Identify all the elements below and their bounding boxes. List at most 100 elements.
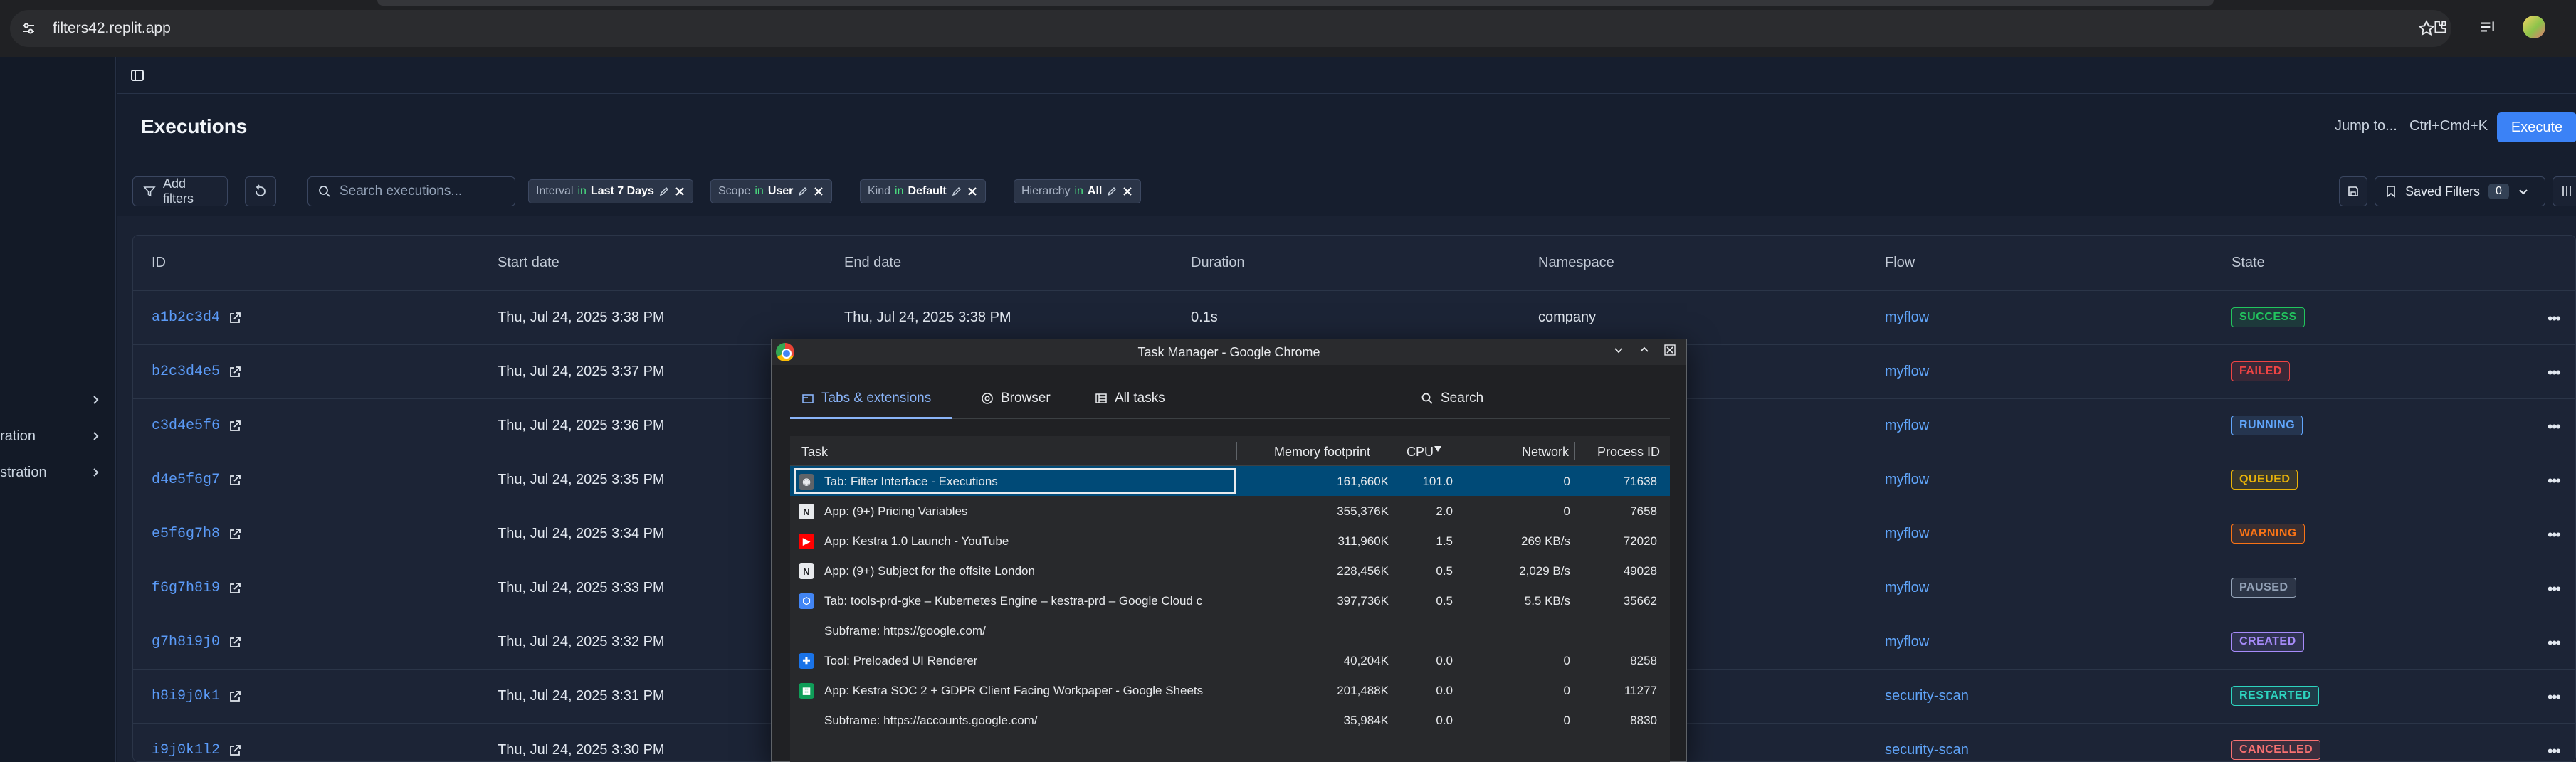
external-link-icon[interactable] bbox=[228, 420, 241, 433]
task-row[interactable]: Subframe: https://accounts.google.com/35… bbox=[790, 705, 1670, 735]
sidebar-item-3[interactable]: stration bbox=[0, 458, 116, 487]
execution-id-link[interactable]: f6g7h8i9 bbox=[152, 580, 241, 596]
address-bar[interactable]: filters42.replit.app bbox=[10, 10, 2451, 47]
more-actions-icon[interactable]: ••• bbox=[2548, 364, 2561, 382]
more-actions-icon[interactable]: ••• bbox=[2548, 526, 2561, 544]
execution-id[interactable]: d4e5f6g7 bbox=[152, 472, 220, 488]
execution-id-link[interactable]: c3d4e5f6 bbox=[152, 418, 241, 434]
url-text[interactable]: filters42.replit.app bbox=[53, 20, 171, 37]
tab-tabs-extensions[interactable]: Tabs & extensions bbox=[801, 391, 931, 406]
column-header-namespace[interactable]: Namespace bbox=[1538, 255, 1614, 271]
more-actions-icon[interactable]: ••• bbox=[2548, 580, 2561, 598]
more-actions-icon[interactable]: ••• bbox=[2548, 742, 2561, 761]
flow-link[interactable]: myflow bbox=[1885, 526, 1929, 542]
flow-link[interactable]: myflow bbox=[1885, 418, 1929, 434]
extensions-icon[interactable] bbox=[2427, 14, 2453, 40]
column-header-end-date[interactable]: End date bbox=[844, 255, 901, 271]
column-header-state[interactable]: State bbox=[2231, 255, 2265, 271]
search-executions-field[interactable] bbox=[307, 176, 515, 206]
pencil-icon[interactable] bbox=[951, 186, 962, 197]
table-row[interactable]: a1b2c3d4 Thu, Jul 24, 2025 3:38 PM Thu, Ju… bbox=[133, 291, 2575, 345]
sidebar-item-2[interactable]: ration bbox=[0, 422, 116, 450]
flow-link[interactable]: security-scan bbox=[1885, 742, 1969, 758]
column-header-pid[interactable]: Process ID bbox=[1597, 445, 1660, 460]
external-link-icon[interactable] bbox=[228, 690, 241, 703]
close-icon[interactable] bbox=[1122, 186, 1133, 197]
tab-browser[interactable]: Browser bbox=[981, 391, 1051, 406]
maximize-icon[interactable] bbox=[1638, 344, 1651, 356]
execution-id[interactable]: b2c3d4e5 bbox=[152, 364, 220, 380]
external-link-icon[interactable] bbox=[228, 582, 241, 595]
pencil-icon[interactable] bbox=[797, 186, 809, 197]
sidebar-item-1[interactable] bbox=[0, 386, 116, 414]
execution-id[interactable]: e5f6g7h8 bbox=[152, 526, 220, 542]
execution-id-link[interactable]: e5f6g7h8 bbox=[152, 526, 241, 542]
execution-id[interactable]: c3d4e5f6 bbox=[152, 418, 220, 434]
filter-chip-interval[interactable]: Interval in Last 7 Days bbox=[528, 179, 693, 203]
flow-link[interactable]: myflow bbox=[1885, 580, 1929, 596]
flow-link[interactable]: myflow bbox=[1885, 309, 1929, 326]
search-input[interactable] bbox=[340, 184, 503, 199]
execution-id[interactable]: h8i9j0k1 bbox=[152, 688, 220, 704]
flow-link[interactable]: myflow bbox=[1885, 364, 1929, 380]
close-icon[interactable] bbox=[813, 186, 824, 197]
pencil-icon[interactable] bbox=[1106, 186, 1118, 197]
execution-id-link[interactable]: d4e5f6g7 bbox=[152, 472, 241, 488]
execution-id[interactable]: g7h8i9j0 bbox=[152, 634, 220, 650]
column-header-memory[interactable]: Memory footprint bbox=[1274, 445, 1370, 460]
column-header-task[interactable]: Task bbox=[801, 445, 828, 460]
sidebar-toggle-icon[interactable] bbox=[130, 68, 145, 83]
column-header-start-date[interactable]: Start date bbox=[498, 255, 559, 271]
external-link-icon[interactable] bbox=[228, 528, 241, 541]
save-filter-button[interactable] bbox=[2339, 176, 2367, 206]
refresh-button[interactable] bbox=[245, 176, 276, 206]
execution-id[interactable]: a1b2c3d4 bbox=[152, 309, 220, 326]
external-link-icon[interactable] bbox=[228, 366, 241, 379]
task-row[interactable]: ▦ App: Kestra SOC 2 + GDPR Client Facing … bbox=[790, 675, 1670, 705]
column-header-id[interactable]: ID bbox=[152, 255, 166, 271]
profile-avatar[interactable] bbox=[2521, 14, 2547, 40]
execution-id-link[interactable]: a1b2c3d4 bbox=[152, 309, 241, 326]
execution-id-link[interactable]: h8i9j0k1 bbox=[152, 688, 241, 704]
columns-settings-button[interactable] bbox=[2553, 176, 2576, 206]
tune-icon[interactable] bbox=[10, 10, 47, 47]
task-row[interactable]: N App: (9+) Subject for the offsite Londo… bbox=[790, 556, 1670, 586]
task-row[interactable]: N App: (9+) Pricing Variables 355,376K 2.0 0… bbox=[790, 496, 1670, 526]
task-row[interactable]: ✚ Tool: Preloaded UI Renderer 40,204K 0.0 0 8… bbox=[790, 645, 1670, 675]
column-header-network[interactable]: Network bbox=[1522, 445, 1569, 460]
task-row[interactable]: ▶ App: Kestra 1.0 Launch - YouTube 311,960… bbox=[790, 526, 1670, 556]
tab-search-icon[interactable] bbox=[2474, 14, 2500, 40]
close-icon[interactable] bbox=[1663, 344, 1676, 356]
flow-link[interactable]: myflow bbox=[1885, 472, 1929, 488]
tab-all-tasks[interactable]: All tasks bbox=[1095, 391, 1165, 406]
flow-link[interactable]: security-scan bbox=[1885, 688, 1969, 704]
jump-to-link[interactable]: Jump to... bbox=[2335, 118, 2397, 134]
flow-link[interactable]: myflow bbox=[1885, 634, 1929, 650]
more-actions-icon[interactable]: ••• bbox=[2548, 472, 2561, 490]
column-header-duration[interactable]: Duration bbox=[1191, 255, 1245, 271]
column-header-cpu[interactable]: CPU bbox=[1407, 445, 1434, 460]
task-row[interactable]: ◉ Tab: Filter Interface - Executions 161,6… bbox=[790, 466, 1670, 496]
execution-id-link[interactable]: b2c3d4e5 bbox=[152, 364, 241, 380]
filter-chip-kind[interactable]: Kind in Default bbox=[860, 179, 986, 203]
execution-id-link[interactable]: i9j0k1l2 bbox=[152, 742, 241, 758]
external-link-icon[interactable] bbox=[228, 312, 241, 324]
filter-chip-scope[interactable]: Scope in User bbox=[710, 179, 833, 203]
execution-id[interactable]: i9j0k1l2 bbox=[152, 742, 220, 758]
column-header-flow[interactable]: Flow bbox=[1885, 255, 1915, 271]
execution-id-link[interactable]: g7h8i9j0 bbox=[152, 634, 241, 650]
external-link-icon[interactable] bbox=[228, 474, 241, 487]
more-actions-icon[interactable]: ••• bbox=[2548, 309, 2561, 328]
execute-button[interactable]: Execute bbox=[2497, 112, 2576, 142]
task-row[interactable]: ⬡ Tab: tools-prd-gke – Kubernetes Engine … bbox=[790, 586, 1670, 615]
external-link-icon[interactable] bbox=[228, 636, 241, 649]
execution-id[interactable]: f6g7h8i9 bbox=[152, 580, 220, 596]
more-actions-icon[interactable]: ••• bbox=[2548, 688, 2561, 707]
add-filters-button[interactable]: Add filters bbox=[132, 176, 228, 206]
external-link-icon[interactable] bbox=[228, 744, 241, 757]
more-actions-icon[interactable]: ••• bbox=[2548, 634, 2561, 652]
saved-filters-dropdown[interactable]: Saved Filters 0 bbox=[2375, 176, 2545, 206]
task-row[interactable]: Subframe: https://google.com/ bbox=[790, 615, 1670, 645]
task-search[interactable]: Search bbox=[1421, 391, 1483, 406]
more-actions-icon[interactable]: ••• bbox=[2548, 418, 2561, 436]
